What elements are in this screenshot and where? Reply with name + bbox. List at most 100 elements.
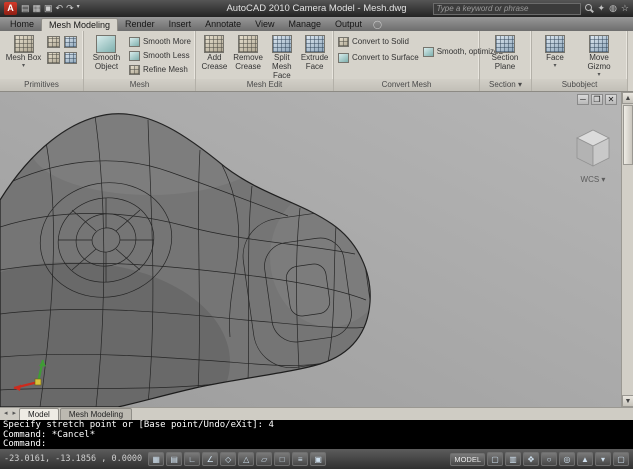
tab-render[interactable]: Render xyxy=(118,18,162,31)
add-crease-button[interactable]: Add Crease xyxy=(200,33,229,78)
ortho-toggle-icon[interactable]: ∟ xyxy=(184,452,201,466)
viewport-close-icon[interactable]: ✕ xyxy=(605,94,617,105)
snap-toggle-icon[interactable]: ▦ xyxy=(148,452,165,466)
ribbon-minimize-icon[interactable]: ◯ xyxy=(373,18,382,31)
grid-toggle-icon[interactable]: ▤ xyxy=(166,452,183,466)
layout-tab-next-icon[interactable]: ▸ xyxy=(11,408,19,420)
qp-toggle-icon[interactable]: ▣ xyxy=(310,452,327,466)
quick-access-toolbar: ▤ ▦ ▣ ↶ ↷ ▾ xyxy=(21,3,80,14)
convert-buttons: Convert to Solid Convert to Surface xyxy=(338,33,419,78)
face-filter-dropdown-icon[interactable]: ▾ xyxy=(553,63,556,69)
osnap-toggle-icon[interactable]: ◇ xyxy=(220,452,237,466)
qat-dropdown-icon[interactable]: ▾ xyxy=(77,3,80,14)
smooth-less-button[interactable]: Smooth Less xyxy=(128,49,191,62)
refine-mesh-button[interactable]: Refine Mesh xyxy=(128,63,191,76)
smooth-optimized-icon xyxy=(422,46,434,57)
polar-toggle-icon[interactable]: ∠ xyxy=(202,452,219,466)
panel-convert-mesh: Convert to Solid Convert to Surface Smoo… xyxy=(334,31,509,91)
tab-annotate[interactable]: Annotate xyxy=(198,18,248,31)
quick-view-drawings-icon[interactable]: ▥ xyxy=(505,452,521,466)
smooth-object-button[interactable]: Smooth Object xyxy=(88,33,125,78)
mesh-cone-icon[interactable] xyxy=(47,36,60,48)
panel-label-primitives[interactable]: Primitives xyxy=(0,79,83,91)
plot-icon[interactable]: ▣ xyxy=(44,3,53,14)
tab-view[interactable]: View xyxy=(248,18,281,31)
panel-label-mesh[interactable]: Mesh xyxy=(84,79,195,91)
tab-insert[interactable]: Insert xyxy=(162,18,199,31)
layout-tab-model[interactable]: Model xyxy=(19,408,59,420)
save-icon[interactable]: ▦ xyxy=(33,3,42,14)
model-space-button[interactable]: MODEL xyxy=(450,452,485,466)
smooth-more-icon xyxy=(128,36,140,47)
subscription-center-icon[interactable]: ✦ xyxy=(598,3,606,14)
annotation-scale-icon[interactable]: ▲ xyxy=(577,452,593,466)
convert-to-solid-icon xyxy=(338,36,349,47)
mesh-box-button[interactable]: Mesh Box ▾ xyxy=(4,33,43,78)
autocad-logo-icon[interactable]: A xyxy=(4,2,17,15)
tab-mesh-modeling[interactable]: Mesh Modeling xyxy=(41,18,119,31)
convert-to-surface-button[interactable]: Convert to Surface xyxy=(338,51,419,64)
wcs-menu[interactable]: WCS ▾ xyxy=(573,175,613,184)
viewport-minimize-icon[interactable]: ─ xyxy=(577,94,589,105)
tab-manage[interactable]: Manage xyxy=(281,18,328,31)
quick-view-layouts-icon[interactable]: ▢ xyxy=(487,452,503,466)
ribbon: Mesh Box ▾ Primitives Smooth Object Smoo… xyxy=(0,31,633,92)
viewcube-icon[interactable] xyxy=(573,128,613,168)
ribbon-tab-row: Home Mesh Modeling Render Insert Annotat… xyxy=(0,17,633,31)
zoom-icon[interactable]: ○ xyxy=(541,452,557,466)
remove-crease-icon xyxy=(238,35,259,53)
layout-tab-mesh-modeling[interactable]: Mesh Modeling xyxy=(59,408,133,420)
mesh-pyramid-icon[interactable] xyxy=(47,52,60,64)
steering-wheel-icon[interactable]: ◎ xyxy=(559,452,575,466)
pan-icon[interactable]: ✥ xyxy=(523,452,539,466)
viewcube[interactable]: WCS ▾ xyxy=(573,128,613,184)
mesh-model-canvas[interactable] xyxy=(0,92,621,407)
smooth-object-icon xyxy=(96,35,117,53)
scrollbar-thumb[interactable] xyxy=(623,105,633,165)
undo-icon[interactable]: ↶ xyxy=(56,3,64,14)
mesh-box-dropdown-icon[interactable]: ▾ xyxy=(22,63,25,69)
move-gizmo-dropdown-icon[interactable]: ▾ xyxy=(597,72,600,78)
layout-tab-prev-icon[interactable]: ◂ xyxy=(2,408,10,420)
panel-label-section[interactable]: Section ▾ xyxy=(480,79,531,91)
clean-screen-icon[interactable]: ▢ xyxy=(613,452,629,466)
extrude-face-icon xyxy=(304,35,325,53)
open-icon[interactable]: ▤ xyxy=(21,3,30,14)
command-line[interactable]: Specify stretch point or [Base point/Und… xyxy=(0,420,633,449)
face-filter-button[interactable]: Face ▾ xyxy=(536,33,574,78)
split-mesh-face-button[interactable]: Split Mesh Face xyxy=(267,33,296,80)
workspace-switch-icon[interactable]: ▾ xyxy=(595,452,611,466)
panel-primitives: Mesh Box ▾ Primitives xyxy=(0,31,84,91)
panel-label-mesh-edit[interactable]: Mesh Edit xyxy=(196,79,333,91)
remove-crease-button[interactable]: Remove Crease xyxy=(233,33,264,78)
drawing-viewport[interactable]: ─ ❐ ✕ WCS ▾ ▲ ▼ xyxy=(0,92,633,407)
panel-label-convert-mesh[interactable]: Convert Mesh xyxy=(334,79,479,91)
mesh-small-buttons: Smooth More Smooth Less Refine Mesh xyxy=(128,33,191,78)
convert-to-solid-button[interactable]: Convert to Solid xyxy=(338,35,419,48)
viewport-scrollbar[interactable]: ▲ ▼ xyxy=(621,92,633,407)
panel-label-subobject[interactable]: Subobject xyxy=(532,79,627,91)
extrude-face-button[interactable]: Extrude Face xyxy=(300,33,329,78)
tab-output[interactable]: Output xyxy=(328,18,369,31)
tab-home[interactable]: Home xyxy=(3,18,41,31)
scroll-down-icon[interactable]: ▼ xyxy=(622,395,633,407)
move-gizmo-button[interactable]: Move Gizmo ▾ xyxy=(578,33,620,78)
section-plane-icon xyxy=(495,35,515,53)
mesh-cylinder-icon[interactable] xyxy=(64,36,77,48)
ducs-toggle-icon[interactable]: ▱ xyxy=(256,452,273,466)
section-plane-button[interactable]: Section Plane xyxy=(484,33,526,78)
dyn-toggle-icon[interactable]: □ xyxy=(274,452,291,466)
otrack-toggle-icon[interactable]: △ xyxy=(238,452,255,466)
coordinate-readout[interactable]: -23.0161, -13.1856 , 0.0000 xyxy=(4,454,142,464)
redo-icon[interactable]: ↷ xyxy=(66,3,74,14)
smooth-more-button[interactable]: Smooth More xyxy=(128,35,191,48)
favorites-icon[interactable]: ☆ xyxy=(621,3,629,14)
search-icon[interactable] xyxy=(584,4,594,13)
lwt-toggle-icon[interactable]: ≡ xyxy=(292,452,309,466)
scroll-up-icon[interactable]: ▲ xyxy=(622,92,633,104)
command-history-line: Specify stretch point or [Base point/Und… xyxy=(3,420,274,430)
communication-center-icon[interactable]: ◍ xyxy=(609,3,617,14)
viewport-restore-icon[interactable]: ❐ xyxy=(591,94,603,105)
mesh-sphere-icon[interactable] xyxy=(64,52,77,64)
search-input[interactable] xyxy=(432,2,581,15)
